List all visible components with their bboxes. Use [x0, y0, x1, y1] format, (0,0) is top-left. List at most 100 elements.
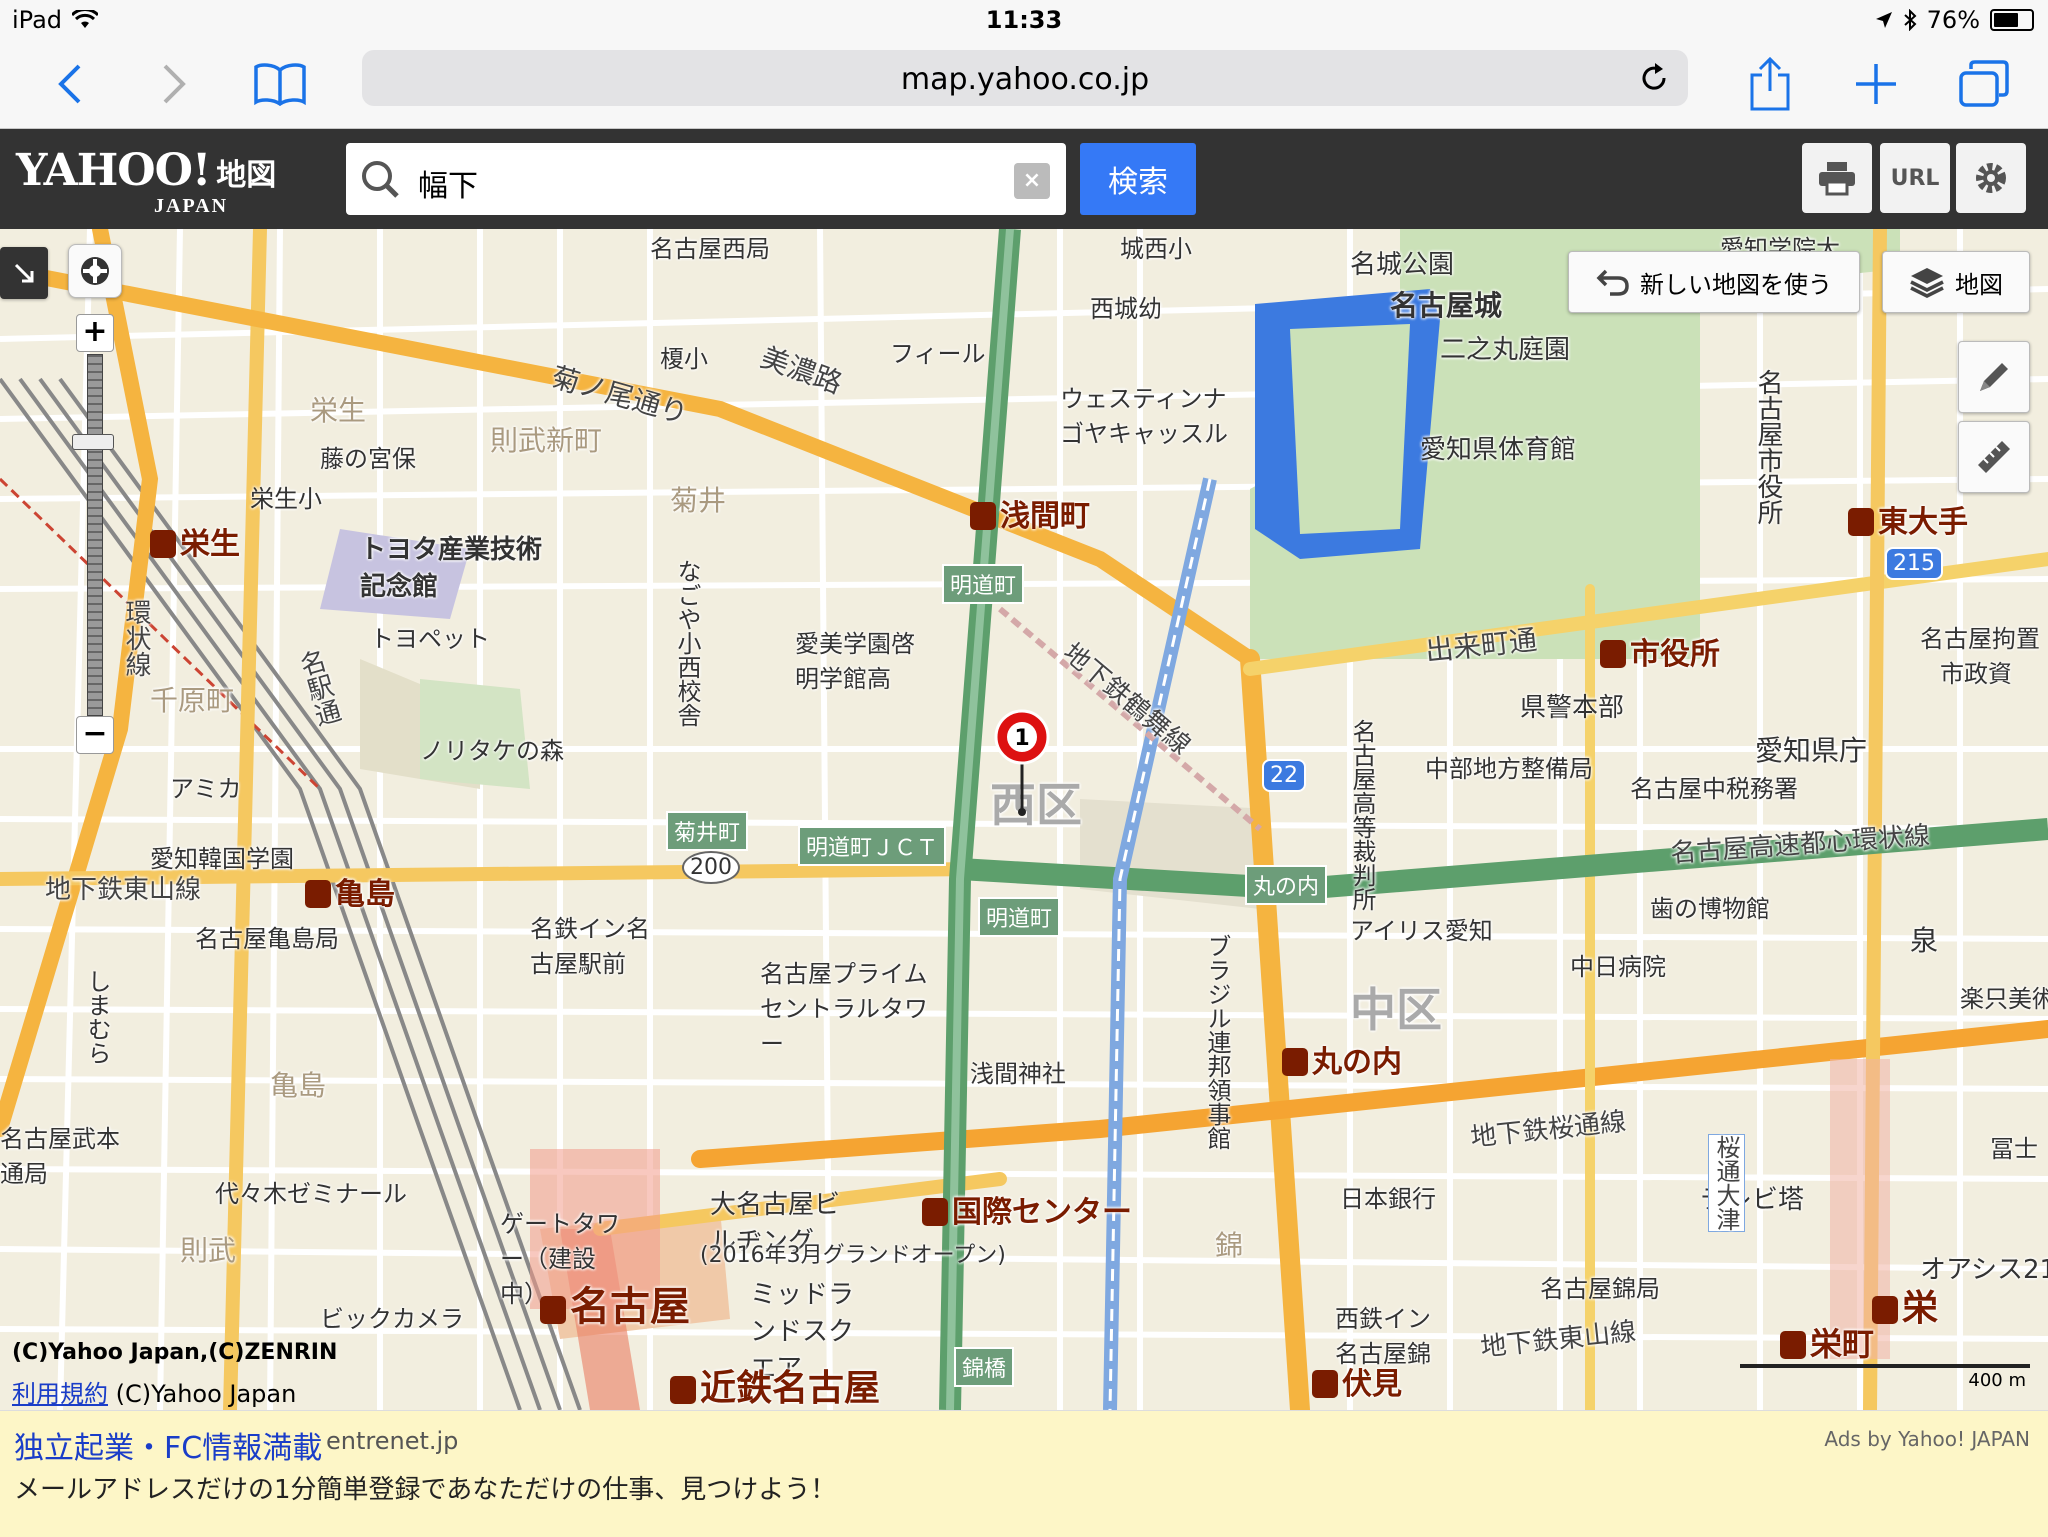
sakaeiko-label: 栄生小: [250, 485, 322, 513]
station-kamejima[interactable]: 亀島: [305, 869, 395, 913]
meijo-park-label: 名城公園: [1350, 250, 1455, 280]
station-higashi-ote[interactable]: 東大手: [1848, 497, 1968, 541]
new-map-label: 新しい地図を使う: [1640, 270, 1832, 299]
expand-icon[interactable]: [0, 247, 48, 299]
tooth-museum-label: 歯の博物館: [1650, 895, 1770, 923]
yahoo-logo[interactable]: YAHOO! 地図 JAPAN: [16, 145, 276, 217]
reload-icon[interactable]: [1636, 60, 1672, 96]
terms-link[interactable]: 利用規約: [12, 1380, 108, 1408]
status-bar: iPad 11:33 76%: [0, 0, 2048, 40]
district-nishiki: 錦: [1215, 1229, 1244, 1262]
feel-label: フィール: [890, 340, 986, 368]
ad-description: メールアドレスだけの1分簡単登録であなただけの仕事、見つけよう！: [14, 1475, 837, 1505]
undo-icon: [1596, 269, 1629, 296]
search-button[interactable]: 検索: [1080, 143, 1196, 215]
current-location-icon[interactable]: [68, 244, 122, 298]
ward-label-naka: 中区: [1350, 983, 1442, 1037]
route-shield-22: 22: [1262, 759, 1306, 792]
station-kintetsu[interactable]: 近鉄名古屋: [670, 1359, 880, 1410]
print-button[interactable]: [1802, 143, 1872, 213]
new-tab-icon[interactable]: [1846, 54, 1906, 114]
route-shield-215: 215: [1885, 547, 1943, 580]
bluetooth-icon: [1903, 9, 1917, 31]
layer-button[interactable]: 地図: [1882, 251, 2030, 313]
tag-meidocho-2: 明道町: [978, 897, 1061, 937]
city-hall-label: 名古屋市役所: [1753, 369, 1783, 525]
fujinomiya-label: 藤の宮保: [320, 445, 416, 473]
iris-label: アイリス愛知: [1350, 917, 1493, 945]
castle-label: 名古屋城: [1390, 289, 1503, 322]
izumi-label: 泉: [1910, 924, 1939, 957]
share-icon[interactable]: [1740, 54, 1800, 114]
shimamura-label: しまむら: [83, 969, 111, 1065]
district-kamejima: 亀島: [270, 1069, 327, 1102]
zoom-track[interactable]: [87, 354, 103, 716]
road-label-higashiyama: 地下鉄東山線: [45, 875, 202, 905]
zoom-in-button[interactable]: +: [76, 314, 114, 352]
browser-toolbar: map.yahoo.co.jp: [0, 40, 2048, 129]
district-sakaesei: 栄生: [310, 394, 367, 427]
ad-domain: entrenet.jp: [326, 1427, 459, 1455]
station-kokusai[interactable]: 国際センター: [922, 1187, 1132, 1231]
zoom-slider[interactable]: + −: [68, 314, 118, 754]
amika-label: アミカ: [170, 775, 242, 803]
clear-search-icon[interactable]: ×: [1014, 163, 1050, 199]
station-marunouchi[interactable]: 丸の内: [1282, 1037, 1402, 1081]
toyota-museum-label: トヨタ産業技術記念館: [360, 535, 543, 602]
search-input[interactable]: 幅下 ×: [346, 143, 1066, 215]
clock: 11:33: [985, 6, 1063, 34]
settings-button[interactable]: [1956, 143, 2026, 213]
tag-kikuicho: 菊井町: [666, 811, 749, 851]
url-text: map.yahoo.co.jp: [900, 62, 1150, 97]
nagoya-nishi-label: 名古屋西局: [650, 235, 770, 263]
station-nagoya[interactable]: 名古屋: [540, 1274, 690, 1332]
scale-bar: 400 m: [1740, 1362, 2030, 1391]
district-noritake-shinmachi: 則武新町: [490, 424, 603, 457]
battery-icon: [1990, 9, 2034, 31]
map-canvas[interactable]: 西区 中区 名古屋城 名城公園 二之丸庭園 愛知県体育館 名古屋市役所 愛知県庁…: [0, 229, 2048, 1410]
josei-label: 城西小: [1120, 235, 1192, 263]
url-button[interactable]: URL: [1880, 143, 1950, 213]
district-chiharacho: 千原町: [150, 684, 235, 717]
station-sako[interactable]: 栄生: [150, 519, 240, 563]
tabs-icon[interactable]: [1954, 54, 2014, 114]
station-asamacho[interactable]: 浅間町: [970, 491, 1090, 535]
forward-icon[interactable]: [144, 54, 204, 114]
nagoya-koshou-label: なごや小西校舎: [673, 559, 701, 727]
draw-pencil-button[interactable]: [1958, 341, 2030, 413]
station-sakaemachi[interactable]: 栄町: [1780, 1319, 1874, 1365]
art-museum-label: 楽只美術: [1960, 985, 2048, 1013]
detention-label: 名古屋拘置: [1920, 625, 2040, 653]
yoyogi-label: 代々木ゼミナール: [215, 1180, 407, 1208]
ad-banner[interactable]: 独立起業・FC情報満載 entrenet.jp Ads by Yahoo! JA…: [0, 1410, 2048, 1537]
tax-office-label: 名古屋中税務署: [1630, 775, 1798, 803]
kamejima-post-label: 名古屋亀島局: [195, 925, 339, 953]
meitetsu-inn-label: 名鉄イン名古屋駅前: [530, 915, 650, 978]
district-noritake: 則武: [180, 1234, 237, 1267]
aiken-label: 愛美学園啓明学館高: [795, 630, 915, 693]
city-archives-label: 市政資: [1940, 660, 2012, 688]
station-fushimi[interactable]: 伏見: [1312, 1359, 1402, 1403]
fuji-label: 冨士: [1990, 1135, 2038, 1163]
chubu-bureau-label: 中部地方整備局: [1425, 755, 1593, 783]
zoom-handle[interactable]: [72, 434, 114, 450]
ad-title[interactable]: 独立起業・FC情報満載: [14, 1423, 322, 1467]
enoki-label: 榎小: [660, 345, 708, 373]
high-court-label: 名古屋高等裁判所: [1348, 719, 1376, 911]
back-icon[interactable]: [40, 54, 100, 114]
address-bar[interactable]: map.yahoo.co.jp: [362, 50, 1688, 106]
measure-ruler-button[interactable]: [1958, 421, 2030, 493]
bookmarks-icon[interactable]: [250, 54, 310, 114]
station-sakae[interactable]: 栄: [1872, 1279, 1938, 1331]
bank-of-japan-label: 日本銀行: [1340, 1185, 1436, 1213]
station-shiyakusho[interactable]: 市役所: [1600, 629, 1720, 673]
tag-meidocho: 明道町: [942, 564, 1025, 604]
prime-central-label: 名古屋プライムセントラルタワー: [760, 960, 928, 1058]
gym-label: 愛知県体育館: [1420, 435, 1577, 465]
new-map-button[interactable]: 新しい地図を使う: [1568, 251, 1860, 313]
location-pin-icon[interactable]: 1: [994, 707, 1050, 817]
zoom-out-button[interactable]: −: [76, 716, 114, 754]
road-label-sakura-otsu: 桜通大津: [1708, 1134, 1745, 1232]
ninomaru-label: 二之丸庭園: [1440, 335, 1571, 365]
ad-attribution[interactable]: Ads by Yahoo! JAPAN: [1824, 1427, 2030, 1451]
